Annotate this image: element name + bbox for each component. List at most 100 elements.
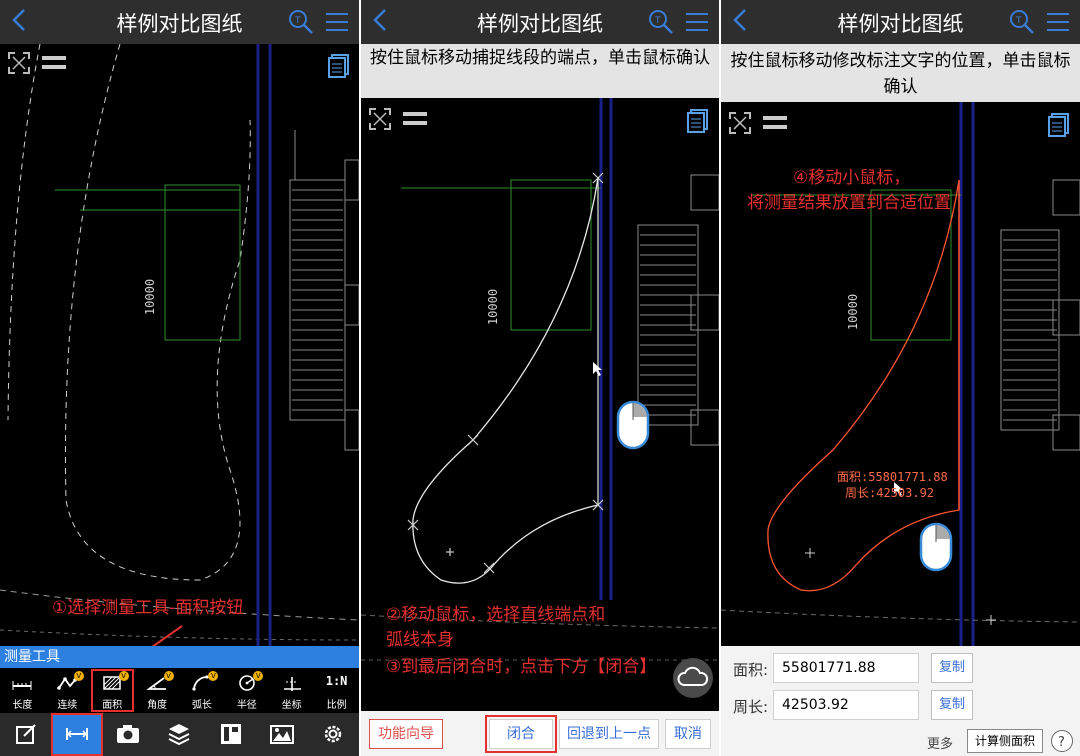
- layout-button[interactable]: [205, 713, 256, 756]
- cloud-icon: [677, 666, 709, 686]
- calc-side-area-button[interactable]: 计算侧面积: [967, 729, 1043, 753]
- edit-icon: [15, 724, 36, 744]
- mouse-cursor-icon[interactable]: [616, 400, 650, 452]
- menu-icon[interactable]: [683, 8, 711, 36]
- svg-text:T: T: [654, 16, 661, 26]
- bottom-navbar: [0, 713, 359, 756]
- document-list-icon[interactable]: [685, 107, 711, 133]
- area-label: 面积:: [733, 661, 769, 679]
- layer-toggle-icon[interactable]: [761, 110, 789, 136]
- step4-annotation-cont: 将测量结果放置到合适位置: [747, 193, 951, 213]
- document-list-icon[interactable]: [326, 52, 352, 78]
- tool-label: 半径: [236, 700, 257, 711]
- annotate-button[interactable]: [0, 713, 51, 756]
- image-compare-icon: [270, 725, 295, 744]
- step3-annotation: ③到最后闭合时，点击下方【闭合】: [386, 657, 657, 677]
- layer-toggle-icon[interactable]: [40, 50, 68, 76]
- measure-toolbar: 长度 V 连续 V 面积 V 角度 V 弧长 V 半径 坐标 1:N 比例: [0, 668, 359, 713]
- cancel-button[interactable]: 取消: [665, 719, 711, 749]
- measure-button[interactable]: [51, 713, 103, 756]
- close-shape-button[interactable]: 闭合: [485, 715, 557, 753]
- tool-label: 弧长: [191, 700, 212, 711]
- scale-icon: 1:N: [325, 674, 348, 688]
- camera-button[interactable]: [103, 713, 154, 756]
- app-header: 样例对比图纸 T: [721, 0, 1080, 44]
- settings-button[interactable]: [308, 713, 359, 756]
- tool-label: 坐标: [281, 700, 302, 711]
- step4-annotation: ④移动小鼠标，: [793, 168, 911, 188]
- tool-length[interactable]: 长度: [0, 668, 45, 713]
- tool-continuous[interactable]: V 连续: [45, 668, 90, 713]
- mouse-cursor-icon[interactable]: [919, 522, 953, 574]
- tool-label: 长度: [12, 700, 33, 711]
- vip-badge: V: [163, 671, 174, 681]
- cad-drawing-view[interactable]: [0, 0, 359, 646]
- app-header: 样例对比图纸 T: [0, 0, 359, 44]
- copy-perimeter-button[interactable]: 复制: [931, 690, 973, 720]
- undo-point-button[interactable]: 回退到上一点: [559, 719, 659, 749]
- tool-angle[interactable]: V 角度: [135, 668, 180, 713]
- menu-icon[interactable]: [1044, 8, 1072, 36]
- svg-text:?: ?: [1058, 735, 1065, 750]
- step2-annotation: ②移动鼠标，选择直线端点和: [386, 605, 606, 625]
- tool-coordinate[interactable]: 坐标: [269, 668, 314, 713]
- perimeter-label: 周长:: [733, 698, 769, 716]
- tool-radius[interactable]: V 半径: [224, 668, 269, 713]
- tool-label: 角度: [147, 700, 168, 711]
- step2-annotation-cont: 弧线本身: [386, 630, 454, 650]
- search-icon[interactable]: T: [647, 8, 675, 36]
- guide-button[interactable]: 功能向导: [369, 719, 443, 749]
- tool-label: 面积: [102, 700, 123, 711]
- help-icon[interactable]: ?: [1051, 730, 1073, 752]
- measure-icon: [65, 728, 88, 740]
- fullscreen-icon[interactable]: [6, 50, 32, 76]
- action-bar: 功能向导 闭合 回退到上一点 取消: [361, 711, 719, 756]
- layer-toggle-icon[interactable]: [401, 106, 429, 132]
- search-icon[interactable]: T: [287, 8, 315, 36]
- instruction-banner: 按住鼠标移动捕捉线段的端点，单击鼠标确认: [361, 44, 719, 98]
- cad-perimeter-label: 周长:42503.92: [845, 486, 935, 500]
- menu-icon[interactable]: [323, 8, 351, 36]
- more-button[interactable]: 更多: [927, 733, 953, 752]
- dimension-text: 10000: [846, 293, 861, 331]
- vip-badge: V: [73, 671, 84, 681]
- fullscreen-icon[interactable]: [367, 106, 393, 132]
- fullscreen-icon[interactable]: [727, 110, 753, 136]
- layout-icon: [220, 724, 241, 744]
- gear-icon: [325, 725, 342, 743]
- area-value-field[interactable]: 55801771.88: [773, 653, 919, 683]
- panel-area-capture: 10000 样例对比图纸 T 按住鼠标移动捕捉线段的端点，单击鼠标确认 ②移动鼠…: [361, 0, 719, 756]
- search-icon[interactable]: T: [1008, 8, 1036, 36]
- back-icon[interactable]: [10, 6, 36, 36]
- result-panel: 面积: 55801771.88 复制 周长: 42503.92 复制 更多 计算…: [721, 646, 1080, 756]
- cloud-button[interactable]: [673, 658, 713, 698]
- step1-annotation: ①选择测量工具-面积按钮: [52, 598, 244, 618]
- dimension-text: 10000: [143, 278, 158, 316]
- tool-area[interactable]: V 面积: [90, 668, 135, 713]
- vip-badge: V: [118, 671, 129, 681]
- layers-icon: [169, 724, 190, 746]
- svg-text:T: T: [294, 16, 301, 26]
- back-icon[interactable]: [731, 6, 757, 36]
- measure-toolbar-title: 测量工具: [0, 646, 359, 668]
- app-header: 样例对比图纸 T: [361, 0, 719, 44]
- vip-badge: V: [208, 671, 219, 681]
- coordinate-icon: [283, 677, 301, 691]
- tool-label: 比例: [326, 700, 347, 711]
- camera-icon: [117, 725, 140, 743]
- tool-label: 连续: [57, 700, 78, 711]
- copy-area-button[interactable]: 复制: [931, 653, 973, 683]
- vip-badge: V: [253, 671, 264, 681]
- tool-scale[interactable]: 1:N 比例: [314, 668, 359, 713]
- tool-arc-length[interactable]: V 弧长: [180, 668, 225, 713]
- perimeter-value-field[interactable]: 42503.92: [773, 690, 919, 720]
- panel-result-placement: 10000 面积:55801771.88 周长:42503.92 样例对比图纸 …: [721, 0, 1080, 756]
- document-list-icon[interactable]: [1046, 111, 1072, 137]
- instruction-banner: 按住鼠标移动修改标注文字的位置，单击鼠标确认: [721, 44, 1080, 102]
- dimension-text: 10000: [486, 288, 501, 326]
- back-icon[interactable]: [371, 6, 397, 36]
- panel-measure-tools: 10000 样例对比图纸 T ①选择测量工具-面积按钮 测量工具 长度 V 连续…: [0, 0, 359, 756]
- layers-button[interactable]: [154, 713, 205, 756]
- svg-text:T: T: [1015, 16, 1022, 26]
- compare-button[interactable]: [256, 713, 307, 756]
